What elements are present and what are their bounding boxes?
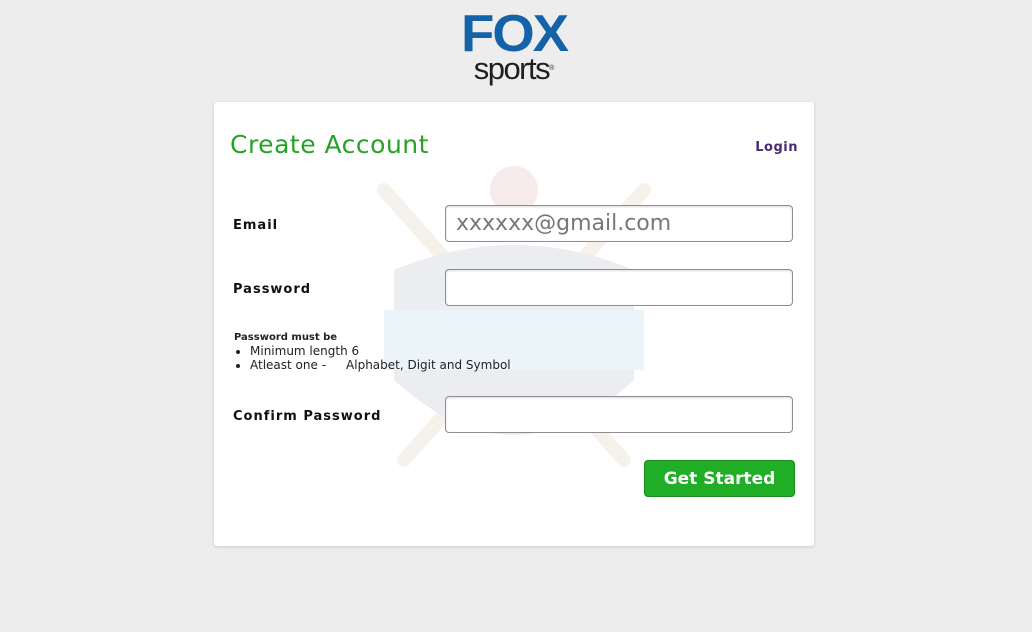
page-title: Create Account (230, 130, 429, 159)
password-rules-title: Password must be (234, 332, 338, 343)
get-started-button[interactable]: Get Started (644, 460, 795, 497)
password-field[interactable] (445, 269, 793, 306)
logo-fox-text: FOX (461, 5, 569, 63)
email-field[interactable] (445, 205, 793, 242)
rule-char-types-prefix: Atleast one - (250, 358, 327, 372)
login-link[interactable]: Login (755, 140, 798, 155)
rule-min-length-text: Minimum length 6 (250, 344, 360, 358)
rule-min-length: Minimum length 6 (250, 344, 511, 358)
fox-sports-logo: FOX sports® (458, 5, 570, 86)
password-rules: Password must be Minimum length 6 Atleas… (234, 332, 511, 372)
confirm-password-label: Confirm Password (233, 409, 382, 424)
password-label: Password (233, 282, 312, 297)
confirm-password-field[interactable] (445, 396, 793, 433)
rule-char-types: Atleast one - Alphabet, Digit and Symbol (250, 358, 511, 372)
rule-char-types-text: Alphabet, Digit and Symbol (346, 358, 511, 372)
signup-card: Create Account Login Email Password Pass… (214, 102, 814, 546)
email-label: Email (233, 218, 279, 233)
